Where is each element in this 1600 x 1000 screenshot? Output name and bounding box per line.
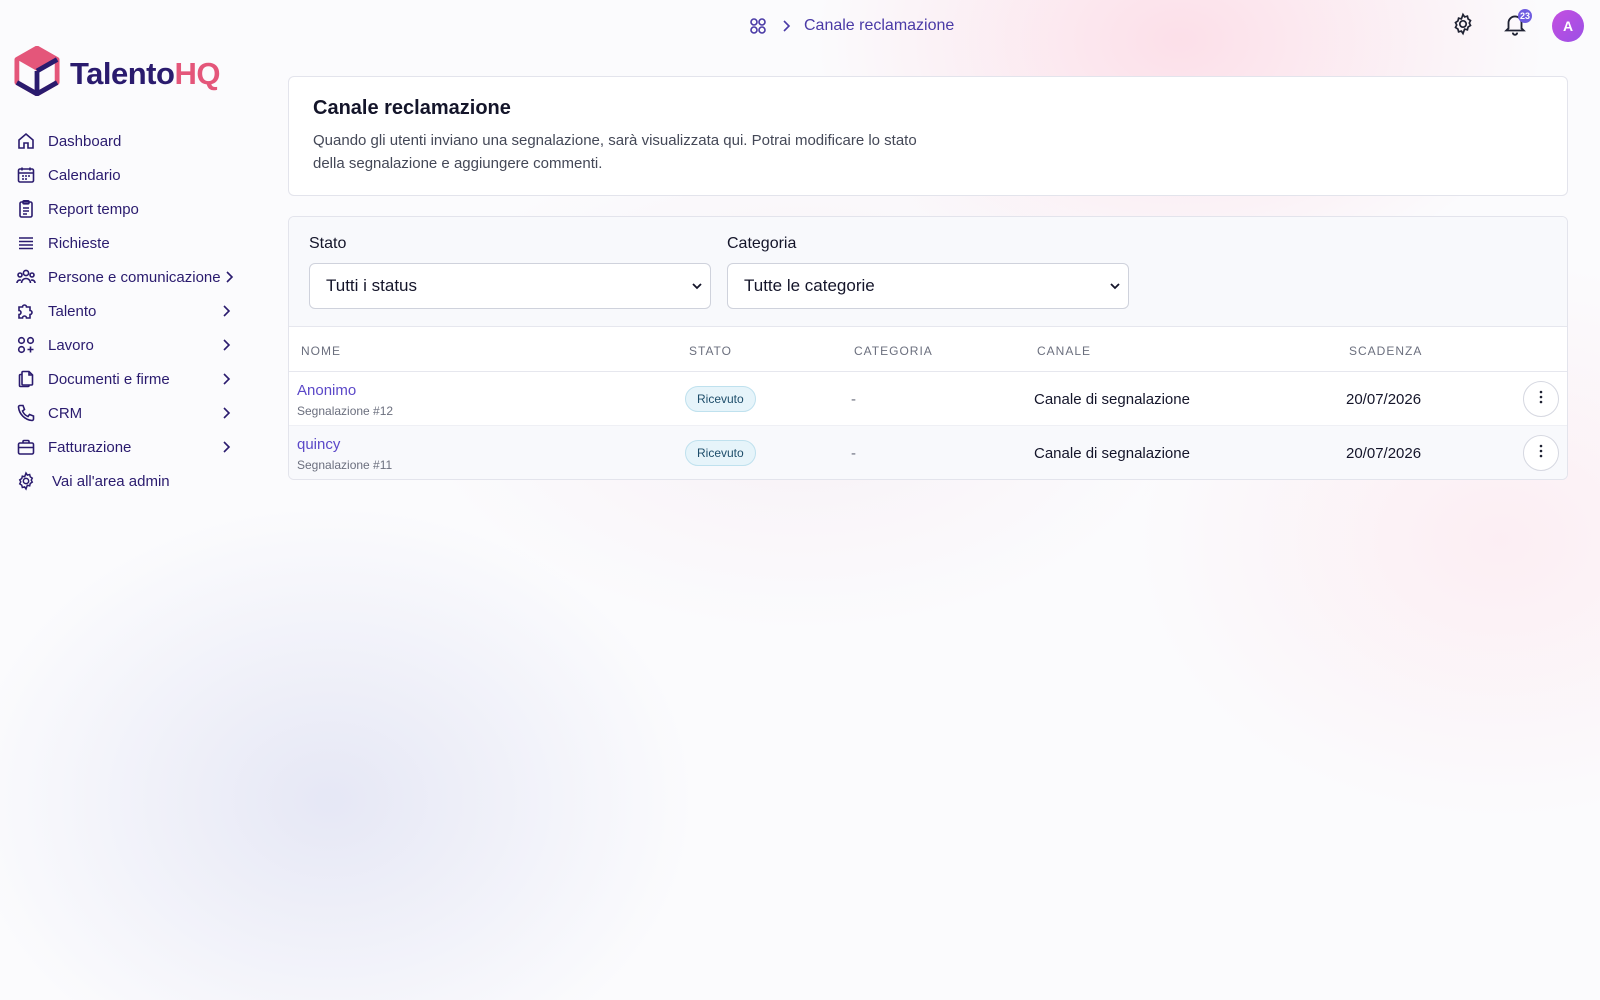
report-name-link[interactable]: Anonimo <box>297 382 393 399</box>
page-title: Canale reclamazione <box>313 97 511 119</box>
sidebar-item-label: Vai all'area admin <box>52 472 170 490</box>
sidebar-item-lavoro[interactable]: Lavoro <box>16 328 240 362</box>
sidebar-item-label: Richieste <box>48 234 110 252</box>
deadline-cell: 20/07/2026 <box>1346 391 1422 408</box>
report-name-link[interactable]: quincy <box>297 436 392 453</box>
chevron-right-icon <box>218 371 234 387</box>
briefcase-icon <box>16 437 36 457</box>
filters-bar: Stato Tutti i status Categoria Tutte le … <box>289 217 1567 327</box>
status-badge: Ricevuto <box>685 440 756 466</box>
category-filter: Categoria Tutte le categorie <box>727 235 1129 326</box>
settings-button[interactable] <box>1448 11 1478 41</box>
documents-icon <box>16 369 36 389</box>
category-select-value: Tutte le categorie <box>744 276 875 295</box>
sidebar-item-talento[interactable]: Talento <box>16 294 240 328</box>
category-cell: - <box>851 391 856 408</box>
sidebar-item-label: Fatturazione <box>48 438 132 456</box>
chevron-right-icon <box>218 439 234 455</box>
sidebar-item-admin[interactable]: Vai all'area admin <box>16 464 240 498</box>
report-subtitle: Segnalazione #12 <box>297 404 394 418</box>
breadcrumb: Canale reclamazione <box>748 14 954 38</box>
deadline-cell: 20/07/2026 <box>1346 445 1422 462</box>
row-actions-button[interactable] <box>1523 435 1559 471</box>
more-vertical-icon <box>1539 444 1543 463</box>
chevron-right-icon <box>218 303 234 319</box>
category-select[interactable]: Tutte le categorie <box>727 263 1129 309</box>
sidebar-item-label: Dashboard <box>48 132 122 150</box>
more-vertical-icon <box>1539 390 1543 409</box>
gear-icon <box>16 471 36 491</box>
category-filter-label: Categoria <box>727 235 797 252</box>
status-filter: Stato Tutti i status <box>309 235 711 326</box>
status-select-value: Tutti i status <box>326 276 418 295</box>
breadcrumb-current: Canale reclamazione <box>804 17 955 34</box>
chevron-down-icon <box>1108 279 1122 293</box>
table-header: Nome Stato Categoria Canale Scadenza <box>289 327 1567 372</box>
sidebar-item-label: Persone e comunicazione <box>48 268 221 286</box>
clipboard-icon <box>16 199 36 219</box>
sidebar-item-label: Report tempo <box>48 200 139 218</box>
sidebar-item-label: Documenti e firme <box>48 370 170 388</box>
status-filter-label: Stato <box>309 235 347 252</box>
sidebar-item-fatturazione[interactable]: Fatturazione <box>16 430 240 464</box>
status-select[interactable]: Tutti i status <box>309 263 711 309</box>
page-description: Quando gli utenti inviano una segnalazio… <box>313 132 917 172</box>
cube-logo-icon <box>14 45 60 101</box>
status-badge: Ricevuto <box>685 386 756 412</box>
sidebar-nav: Dashboard Calendario Report tempo Richie… <box>16 124 240 498</box>
sidebar-item-crm[interactable]: CRM <box>16 396 240 430</box>
sidebar-item-label: Talento <box>48 302 97 320</box>
sidebar-item-label: Lavoro <box>48 336 94 354</box>
sidebar-item-dashboard[interactable]: Dashboard <box>16 124 240 158</box>
puzzle-icon <box>16 301 36 321</box>
sidebar-item-report-tempo[interactable]: Report tempo <box>16 192 240 226</box>
column-header-canale[interactable]: Canale <box>1037 344 1091 358</box>
brand-logo[interactable]: TalentoHQ <box>14 45 220 101</box>
grid-plus-icon <box>16 335 36 355</box>
channel-cell: Canale di segnalazione <box>1034 391 1190 408</box>
reports-table-card: Stato Tutti i status Categoria Tutte le … <box>288 216 1568 480</box>
chevron-right-icon <box>221 269 237 285</box>
sidebar-item-calendario[interactable]: Calendario <box>16 158 240 192</box>
notifications-button[interactable]: 23 <box>1500 9 1532 41</box>
gear-icon <box>1451 12 1475 41</box>
channel-cell: Canale di segnalazione <box>1034 445 1190 462</box>
chevron-right-icon <box>218 337 234 353</box>
chevron-right-icon <box>218 405 234 421</box>
chevron-right-icon <box>778 18 794 34</box>
table-row[interactable]: Anonimo Segnalazione #12 Ricevuto - Cana… <box>289 372 1567 426</box>
users-icon <box>16 267 36 287</box>
column-header-scadenza[interactable]: Scadenza <box>1349 344 1422 358</box>
phone-icon <box>16 403 36 423</box>
home-icon <box>16 131 36 151</box>
column-header-nome[interactable]: Nome <box>301 344 341 358</box>
sidebar-item-persone-e-comunicazione[interactable]: Persone e comunicazione <box>16 260 240 294</box>
sidebar-item-label: CRM <box>48 404 83 422</box>
sidebar-item-label: Calendario <box>48 166 121 184</box>
category-cell: - <box>851 445 856 462</box>
sidebar-item-documenti-e-firme[interactable]: Documenti e firme <box>16 362 240 396</box>
avatar[interactable]: A <box>1552 10 1584 42</box>
column-header-categoria[interactable]: Categoria <box>854 344 933 358</box>
report-subtitle: Segnalazione #11 <box>297 458 393 472</box>
sidebar-item-richieste[interactable]: Richieste <box>16 226 240 260</box>
calendar-icon <box>16 165 36 185</box>
brand-name-part1: Talento <box>70 56 175 91</box>
brand-name-part2: HQ <box>174 56 220 91</box>
apps-grid-icon[interactable] <box>748 16 768 36</box>
column-header-stato[interactable]: Stato <box>689 344 732 358</box>
page-header-card: Canale reclamazione Quando gli utenti in… <box>288 76 1568 196</box>
list-icon <box>16 233 36 253</box>
notification-badge: 23 <box>1517 9 1532 23</box>
row-actions-button[interactable] <box>1523 381 1559 417</box>
table-row[interactable]: quincy Segnalazione #11 Ricevuto - Canal… <box>289 426 1567 479</box>
chevron-down-icon <box>690 279 704 293</box>
top-actions: 23 A <box>1448 9 1584 42</box>
brand-name: TalentoHQ <box>70 58 220 89</box>
